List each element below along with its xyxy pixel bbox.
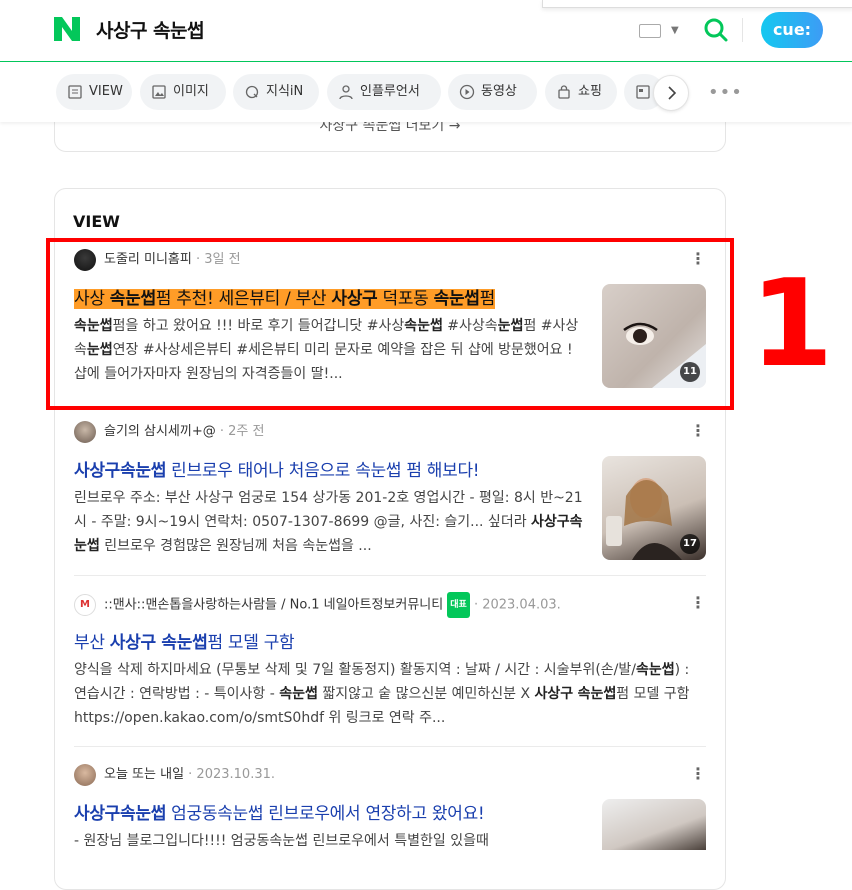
- search-query[interactable]: 사상구 속눈썹: [96, 16, 205, 43]
- avatar: [74, 763, 96, 786]
- post-title[interactable]: 사상구속눈썹 엄궁동속눈썹 린브로우에서 연장하고 왔어요!: [74, 799, 485, 824]
- chevron-right-icon: [668, 86, 677, 100]
- list-item[interactable]: 슬기의 삼시세끼+@ · 2주 전 ⋮ 사상구속눈썹 린브로우 태어나 처음으로…: [74, 420, 706, 560]
- more-options-icon[interactable]: ⋮: [690, 594, 706, 612]
- more-options-icon[interactable]: ⋮: [690, 765, 706, 783]
- post-author[interactable]: 오늘 또는 내일 · 2023.10.31.: [74, 763, 275, 787]
- play-icon: [459, 84, 475, 100]
- tab-image[interactable]: 이미지: [140, 74, 226, 110]
- more-icon[interactable]: •••: [708, 82, 743, 103]
- tab-video[interactable]: 동영상: [448, 74, 537, 110]
- annotation-box: [46, 238, 734, 410]
- section-title: VIEW: [73, 212, 120, 231]
- document-icon: [68, 85, 82, 99]
- post-author[interactable]: 슬기의 삼시세끼+@ · 2주 전: [74, 420, 264, 444]
- popup-edge: [542, 0, 852, 8]
- post-title[interactable]: 부산 사상구 속눈썹펌 모델 구함: [74, 628, 295, 653]
- annotation-label: 1: [750, 255, 834, 394]
- search-header: 사상구 속눈썹 ▼ cue:: [0, 0, 852, 62]
- more-options-icon[interactable]: ⋮: [690, 422, 706, 440]
- post-description: - 원장님 블로그입니다!!!! 엄궁동속눈썹 린브로우에서 특별한일 있을때: [74, 833, 489, 849]
- post-title[interactable]: 사상구속눈썹 린브로우 태어나 처음으로 속눈썹 펌 해보다!: [74, 456, 480, 481]
- post-description: 린브로우 주소: 부산 사상구 엄궁로 154 상가동 201-2호 영업시간 …: [74, 490, 583, 554]
- tab-bar: VIEW 이미지 지식iN 인플루언서 동영상 쇼핑 •••: [0, 62, 852, 122]
- q-icon: [245, 85, 259, 99]
- naver-logo-icon[interactable]: [54, 17, 80, 41]
- image-icon: [152, 85, 166, 99]
- avatar: M: [74, 594, 96, 616]
- tab-influencer[interactable]: 인플루언서: [327, 74, 441, 110]
- tab-view[interactable]: VIEW: [56, 74, 132, 110]
- news-icon: [636, 85, 650, 99]
- divider: [74, 746, 706, 747]
- tab-kin[interactable]: 지식iN: [233, 74, 319, 110]
- next-tabs-button[interactable]: [653, 75, 689, 111]
- chevron-down-icon[interactable]: ▼: [671, 25, 679, 36]
- image-count-badge: 17: [680, 534, 700, 554]
- divider: [742, 18, 743, 42]
- post-author[interactable]: M::맨사::맨손톱을사랑하는사람들 / No.1 네일아트정보커뮤니티 대표 ·…: [74, 592, 561, 618]
- cue-button[interactable]: cue:: [761, 12, 823, 48]
- list-item[interactable]: 오늘 또는 내일 · 2023.10.31. ⋮ 사상구속눈썹 엄궁동속눈썹 린…: [74, 763, 706, 863]
- search-icon[interactable]: [703, 17, 729, 43]
- keyboard-icon[interactable]: [639, 24, 661, 38]
- avatar: [74, 420, 96, 443]
- post-thumbnail[interactable]: [602, 799, 706, 850]
- divider: [74, 575, 706, 576]
- post-thumbnail[interactable]: 17: [602, 456, 706, 560]
- list-item[interactable]: M::맨사::맨손톱을사랑하는사람들 / No.1 네일아트정보커뮤니티 대표 ·…: [74, 592, 706, 732]
- representative-badge: 대표: [447, 592, 470, 618]
- person-icon: [339, 85, 353, 100]
- post-description: 양식을 삭제 하지마세요 (무통보 삭제 및 7일 활동정지) 활동지역 : 날…: [74, 662, 690, 726]
- shopping-bag-icon: [558, 85, 570, 99]
- tab-shopping[interactable]: 쇼핑: [545, 74, 617, 110]
